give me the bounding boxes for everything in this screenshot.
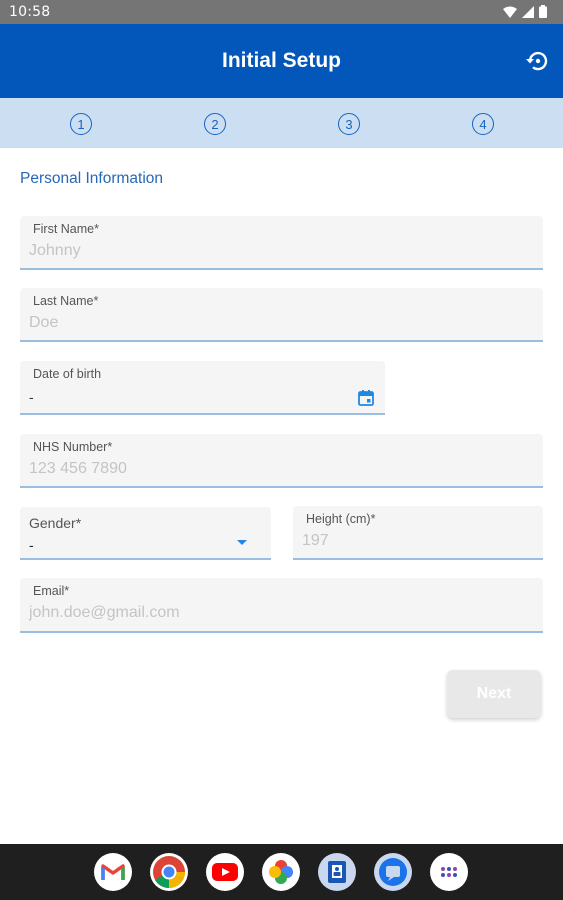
last-name-label: Last Name* [33,294,99,308]
messages-icon[interactable] [374,853,412,891]
wifi-icon [503,6,517,18]
signal-icon [522,5,534,18]
nav-bar [0,844,563,900]
page-title: Initial Setup [221,49,341,72]
app-bar: Initial Setup [0,24,563,98]
history-button[interactable] [524,47,552,75]
nhs-number-field[interactable]: NHS Number* 123 456 7890 [20,434,543,488]
nhs-number-label: NHS Number* [33,440,113,454]
contacts-icon[interactable] [318,853,356,891]
gender-value: - [29,537,34,553]
first-name-field[interactable]: First Name* Johnny [20,216,543,270]
last-name-placeholder: Doe [29,314,59,331]
email-field[interactable]: Email* john.doe@gmail.com [20,578,543,633]
gender-select[interactable]: Gender* - [20,507,271,560]
date-of-birth-value: - [29,389,34,405]
next-button[interactable]: Next [447,670,541,718]
history-icon [526,51,548,71]
date-of-birth-field[interactable]: Date of birth - [20,361,385,415]
section-title: Personal Information [20,170,164,187]
youtube-icon[interactable] [206,853,244,891]
height-field[interactable]: Height (cm)* 197 [293,506,543,560]
height-label: Height (cm)* [306,512,376,526]
date-of-birth-label: Date of birth [33,367,102,381]
dropdown-arrow-icon [237,540,247,545]
step-4[interactable]: 4 [472,113,494,135]
step-2[interactable]: 2 [204,113,226,135]
last-name-field[interactable]: Last Name* Doe [20,288,543,342]
chrome-icon[interactable] [150,853,188,891]
stepper: 1 2 3 4 [0,98,563,148]
height-placeholder: 197 [302,532,329,549]
battery-icon [539,5,547,18]
gender-label: Gender* [29,515,82,531]
gmail-icon[interactable] [94,853,132,891]
status-time: 10:58 [9,4,51,20]
email-label: Email* [33,584,70,598]
step-3[interactable]: 3 [338,113,360,135]
status-icons [503,5,547,18]
first-name-placeholder: Johnny [29,242,81,259]
first-name-label: First Name* [33,222,99,236]
email-placeholder: john.doe@gmail.com [29,604,180,621]
app-drawer-icon[interactable] [430,853,468,891]
step-1[interactable]: 1 [70,113,92,135]
status-bar: 10:58 [0,0,563,24]
photos-icon[interactable] [262,853,300,891]
calendar-icon[interactable] [357,389,375,407]
nhs-number-placeholder: 123 456 7890 [29,460,127,477]
screen: 10:58 Initial Setup 1 2 3 4 Personal Inf… [0,0,563,900]
